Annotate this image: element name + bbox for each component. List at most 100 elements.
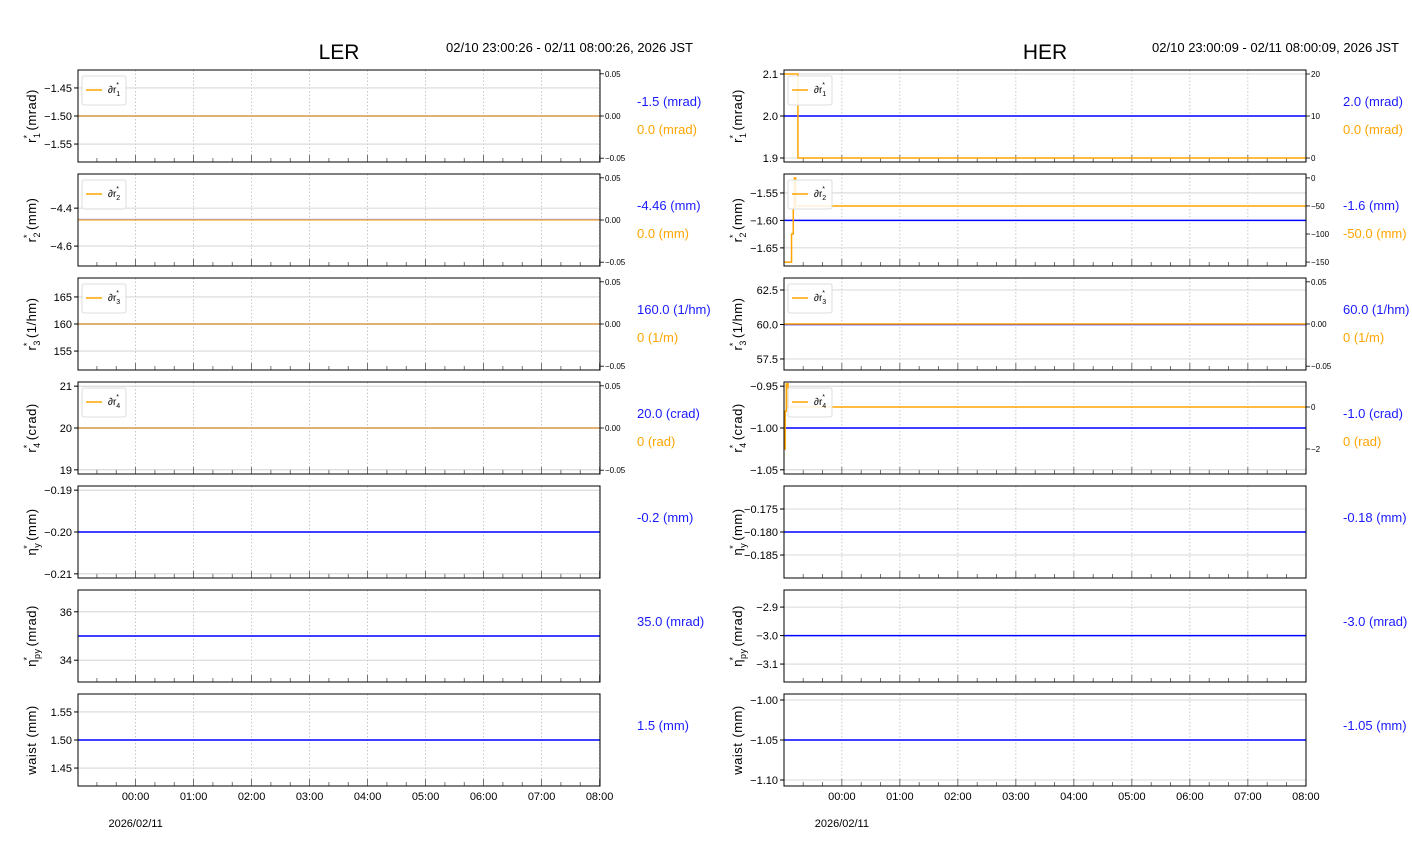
y-label-sup: * xyxy=(728,545,738,549)
y-axis-label: waist (mm) xyxy=(24,705,39,775)
current-value-label: 160.0 (1/hm) xyxy=(637,302,711,317)
current-value-label: -1.05 (mm) xyxy=(1343,718,1407,733)
y-tick-label: 34 xyxy=(60,655,72,667)
y-label-sub: 1 xyxy=(738,132,748,138)
y-tick-label: −1.60 xyxy=(750,215,778,227)
y-axis-label: ηy*(mm) xyxy=(22,508,42,555)
right-y-tick-label: −2 xyxy=(1311,445,1321,454)
panel-r2: −1.65−1.60−1.55−150−100−500∂r2*-50.0 (mm… xyxy=(728,173,1407,267)
right-y-tick-label: −0.05 xyxy=(605,154,626,163)
delta-series-line xyxy=(784,383,1306,450)
y-tick-label: −1.55 xyxy=(44,139,72,151)
current-value-label: 1.5 (mm) xyxy=(637,718,689,733)
y-tick-label: 1.50 xyxy=(51,735,72,747)
x-tick-label: 05:00 xyxy=(1118,791,1146,803)
right-y-tick-label: 0.00 xyxy=(1311,320,1327,329)
y-label-unit: (mm) xyxy=(24,198,39,230)
y-label-sub: 4 xyxy=(738,442,748,448)
legend: ∂r1* xyxy=(787,75,833,106)
y-tick-label: −1.45 xyxy=(44,83,72,95)
y-label-symbol: waist xyxy=(730,743,745,776)
legend-sub: 1 xyxy=(822,91,826,98)
x-tick-label: 00:00 xyxy=(122,791,150,803)
x-tick-label: 04:00 xyxy=(1060,791,1088,803)
current-value-label: -0.18 (mm) xyxy=(1343,510,1407,525)
y-label-unit: (mm) xyxy=(730,508,745,540)
x-tick-label: 02:00 xyxy=(944,791,972,803)
y-label-sup: * xyxy=(22,444,32,448)
panel-waist: 1.45 1.50 1.55 waist (mm) 1.5 (mm) xyxy=(24,693,689,787)
legend-sup: * xyxy=(822,82,825,89)
y-label-sub: 4 xyxy=(32,442,42,448)
right-y-tick-label: 0.05 xyxy=(605,174,621,183)
x-tick-label: 04:00 xyxy=(354,791,382,803)
legend-sup: * xyxy=(116,394,119,401)
y-label-sub: py xyxy=(738,649,748,660)
y-label-unit: (mm) xyxy=(730,198,745,230)
y-tick-label: 20 xyxy=(60,423,72,435)
x-tick-label: 01:00 xyxy=(886,791,914,803)
delta-value-label: 0 (1/m) xyxy=(637,330,678,345)
y-tick-label: −0.95 xyxy=(750,381,778,393)
date-label: 2026/02/11 xyxy=(108,818,162,830)
current-value-label: 35.0 (mrad) xyxy=(637,614,704,629)
y-label-sup: * xyxy=(728,342,738,346)
y-label-unit: (mrad) xyxy=(24,605,39,646)
delta-value-label: 0 (rad) xyxy=(637,434,675,449)
y-tick-label: 60.0 xyxy=(757,319,778,331)
y-tick-label: 165 xyxy=(54,292,72,304)
legend: ∂r1* xyxy=(81,75,127,106)
panel-r4: −1.05−1.00−0.95−20∂r4*0 (rad)r4*(crad) -1… xyxy=(728,381,1403,477)
x-tick-label: 07:00 xyxy=(1234,791,1262,803)
y-tick-label: −4.6 xyxy=(50,241,72,253)
right-y-tick-label: 0.00 xyxy=(605,112,621,121)
x-tick-label: 00:00 xyxy=(828,791,856,803)
right-y-tick-label: −50 xyxy=(1311,202,1325,211)
y-label-sub: y xyxy=(738,543,748,548)
panel-waist: −1.10 −1.05 −1.00 waist (mm) -1.05 (mm) xyxy=(730,693,1407,787)
x-tick-label: 08:00 xyxy=(1292,791,1320,803)
right-y-tick-label: 0.05 xyxy=(1311,278,1327,287)
legend-sup: * xyxy=(116,290,119,297)
y-label-sub: 2 xyxy=(738,232,748,238)
x-tick-label: 03:00 xyxy=(1002,791,1030,803)
current-value-label: -4.46 (mm) xyxy=(637,198,701,213)
right-y-tick-label: −0.05 xyxy=(1311,362,1332,371)
delta-value-label: 0.0 (mrad) xyxy=(1343,122,1403,137)
y-label-sub: 3 xyxy=(738,340,748,346)
legend: ∂r3* xyxy=(787,283,833,314)
panel-r1: 1.92.02.101020∂r1*0.0 (mrad)r1*(mrad) 2.0… xyxy=(728,69,1403,165)
y-axis-label: r3*(1/hm) xyxy=(728,298,748,351)
panel-r4: 192021−0.050.000.05∂r4*0 (rad)r4*(crad) 2… xyxy=(22,381,700,477)
delta-value-label: 0.0 (mm) xyxy=(637,226,689,241)
y-tick-label: 155 xyxy=(54,346,72,358)
y-tick-label: −1.00 xyxy=(750,423,778,435)
legend-sup: * xyxy=(822,290,825,297)
y-label-unit: (1/hm) xyxy=(730,298,745,339)
right-y-tick-label: 0 xyxy=(1311,174,1316,183)
y-tick-label: −1.50 xyxy=(44,111,72,123)
y-tick-label: −0.19 xyxy=(44,485,72,497)
panel-etapy: 3436ηpy*(mrad) 35.0 (mrad) xyxy=(22,589,704,683)
legend: ∂r4* xyxy=(81,387,127,418)
y-label-sup: * xyxy=(728,234,738,238)
legend: ∂r4* xyxy=(787,387,833,418)
y-label-sub: y xyxy=(32,543,42,548)
y-axis-label: r1*(mrad) xyxy=(22,89,42,143)
x-tick-label: 02:00 xyxy=(238,791,266,803)
panel-r1: −1.55−1.50−1.45−0.050.000.05∂r1*0.0 (mra… xyxy=(22,69,701,163)
y-tick-label: 21 xyxy=(60,381,72,393)
x-tick-label: 06:00 xyxy=(1176,791,1204,803)
right-y-tick-label: 0.00 xyxy=(605,216,621,225)
time-range: 02/10 23:00:26 - 02/11 08:00:26, 2026 JS… xyxy=(446,40,693,55)
y-tick-label: 1.55 xyxy=(51,707,72,719)
y-label-unit: (mrad) xyxy=(24,89,39,130)
y-label-unit: (crad) xyxy=(24,403,39,440)
y-tick-label: −1.05 xyxy=(750,735,778,747)
y-label-unit: (mm) xyxy=(24,705,39,737)
y-label-sup: * xyxy=(22,234,32,238)
y-label-sup: * xyxy=(22,134,32,138)
beam-parameter-monitor: LER 02/10 23:00:26 - 02/11 08:00:26, 2026… xyxy=(22,40,1409,830)
current-value-label: 2.0 (mrad) xyxy=(1343,94,1403,109)
y-tick-label: −0.185 xyxy=(744,550,778,562)
